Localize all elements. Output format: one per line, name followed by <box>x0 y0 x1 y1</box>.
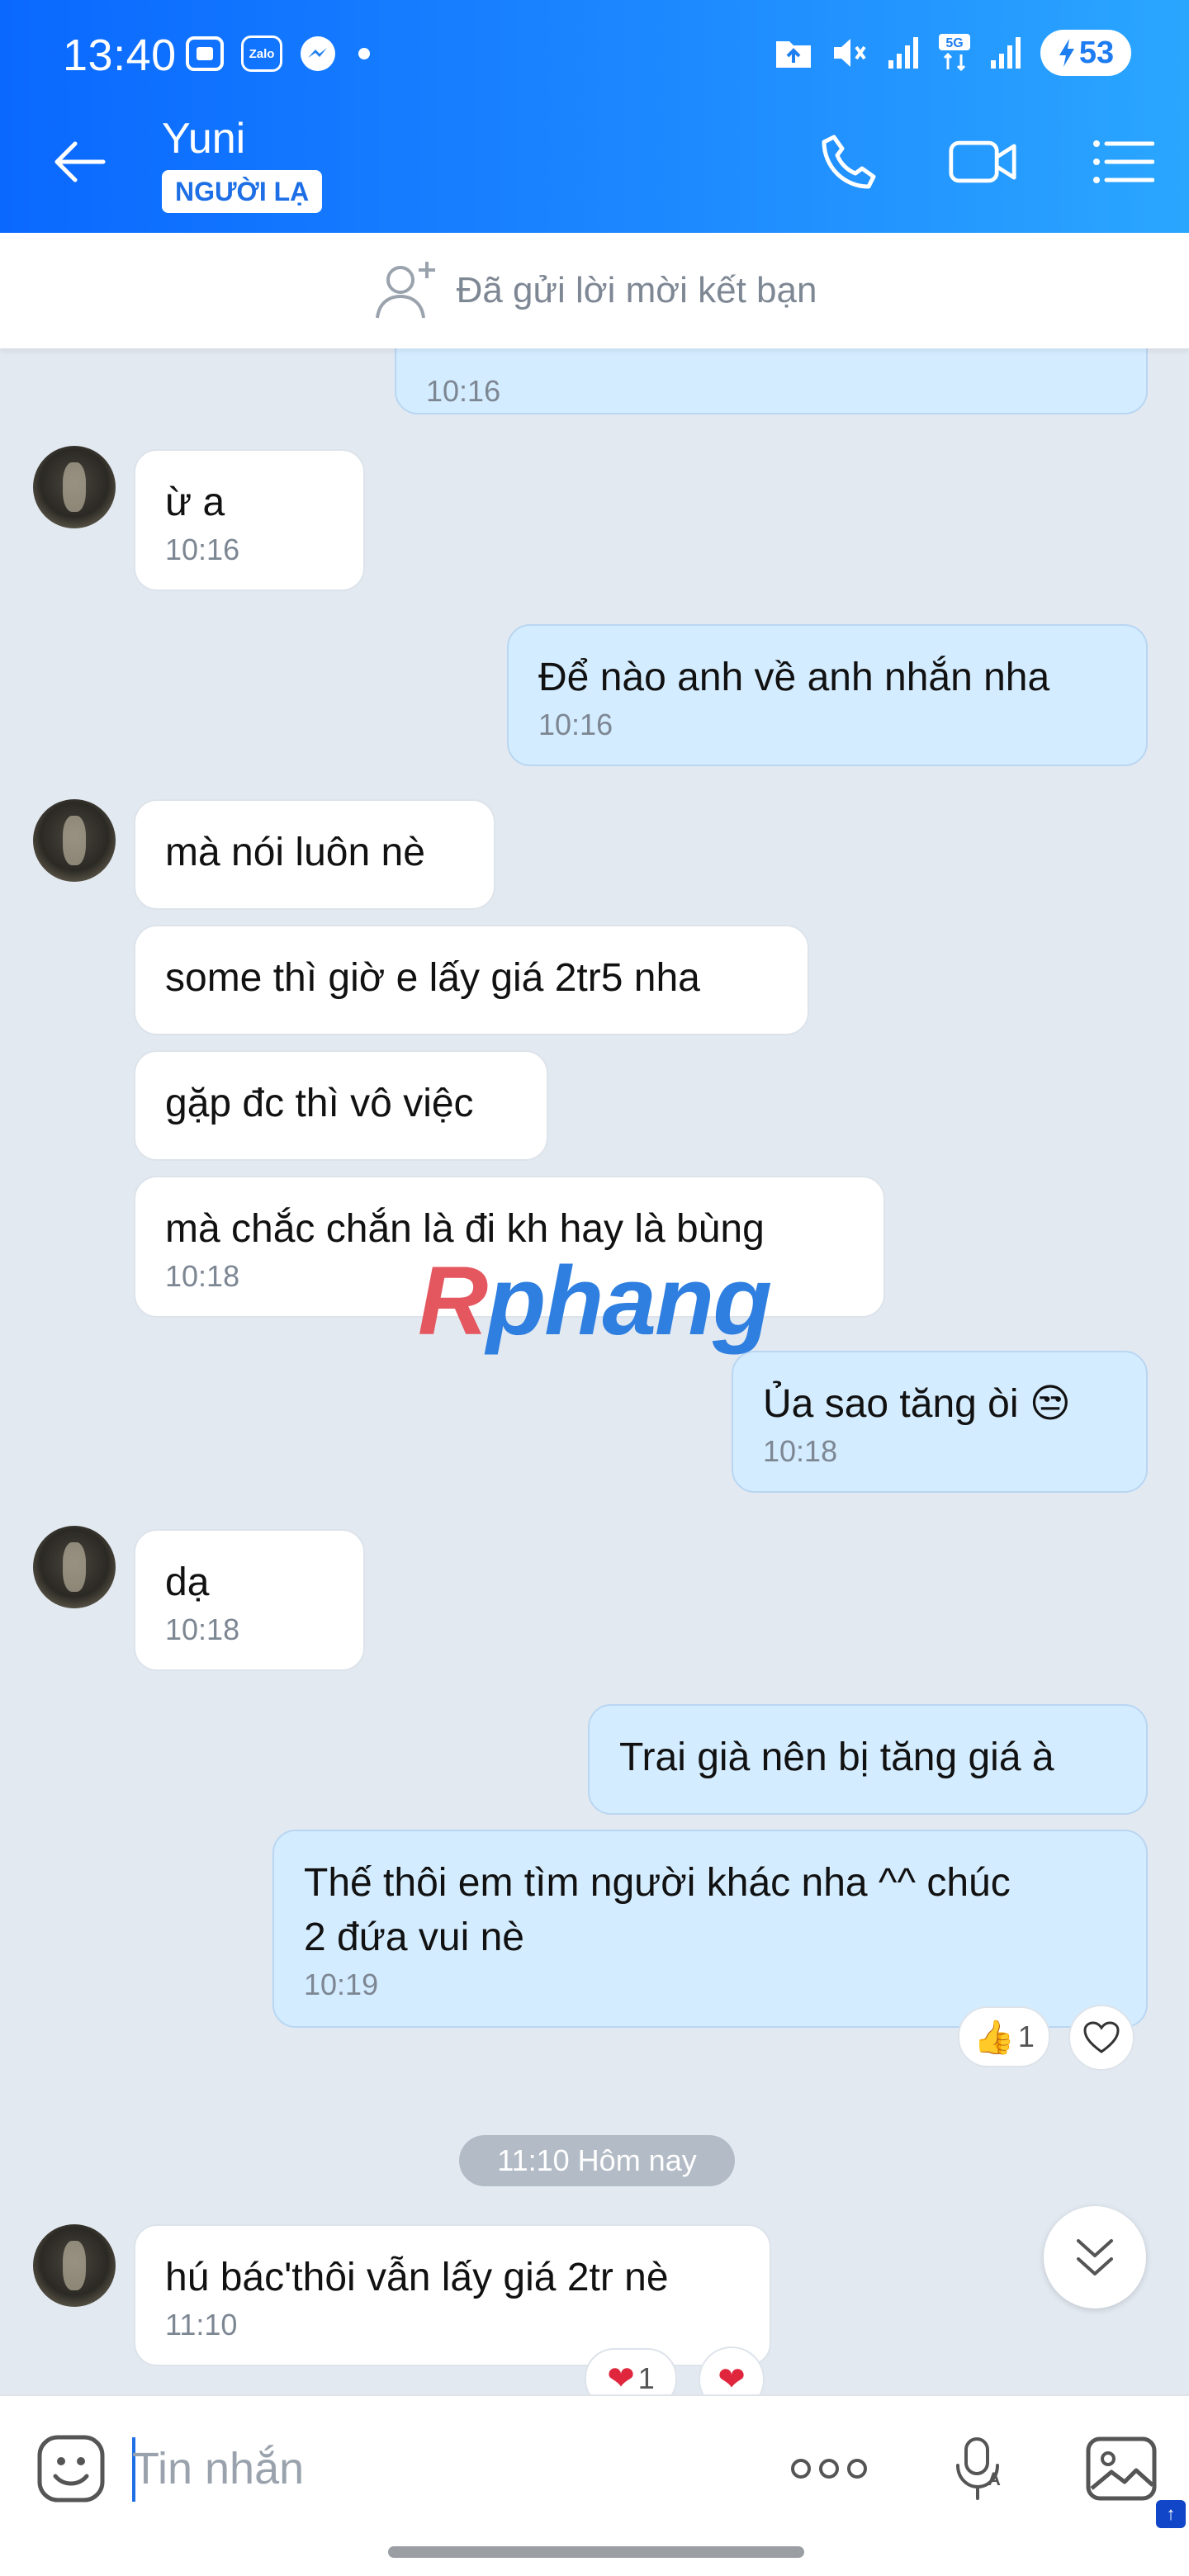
reaction-heart[interactable]: ❤ 1 <box>585 2348 677 2394</box>
emoji-face-icon <box>37 2435 105 2503</box>
contact-name[interactable]: Yuni <box>162 114 245 163</box>
add-friend-icon <box>375 262 435 319</box>
status-bar: 13:40 Zalo 5G 53 <box>0 0 1189 111</box>
charging-bolt-icon <box>1059 39 1074 67</box>
stranger-badge: NGƯỜI LẠ <box>162 170 323 213</box>
svg-text:A: A <box>988 2469 1001 2489</box>
signal-2-icon <box>989 36 1022 70</box>
microphone-icon: A <box>956 2437 1001 2500</box>
video-call-button[interactable] <box>948 130 1017 193</box>
upload-badge-icon: ↑ <box>1156 2500 1186 2528</box>
battery-indicator: 53 <box>1040 30 1131 76</box>
message-bubble-outgoing[interactable]: Trai già nên bị tăng giá à <box>588 1704 1148 1815</box>
contact-avatar[interactable] <box>33 1526 116 1608</box>
add-reaction-button[interactable] <box>1068 2005 1135 2071</box>
double-chevron-down-icon <box>1077 2239 1113 2275</box>
image-button[interactable] <box>1082 2429 1161 2508</box>
messenger-icon <box>299 35 337 73</box>
5g-signal-icon: 5G <box>938 33 971 73</box>
message-text: mà nói luôn nè <box>165 831 425 874</box>
back-button[interactable] <box>46 132 112 192</box>
message-bubble-incoming[interactable]: mà nói luôn nè <box>134 799 495 910</box>
screenshot-icon <box>185 36 225 72</box>
back-arrow-icon <box>54 141 106 182</box>
phone-icon <box>822 135 876 189</box>
list-menu-icon <box>1093 140 1154 183</box>
svg-text:5G: 5G <box>945 36 963 50</box>
unamused-emoji-icon: 😒 <box>1029 1382 1071 1426</box>
reaction-count: 1 <box>1017 2020 1035 2053</box>
home-indicator[interactable] <box>388 2546 804 2558</box>
message-time: 10:18 <box>165 1612 240 1646</box>
message-input[interactable] <box>132 2436 760 2502</box>
watermark-logo: Rphang <box>418 1247 772 1356</box>
more-options-button[interactable] <box>789 2429 869 2508</box>
message-bubble-incoming[interactable]: dạ 10:18 <box>134 1529 365 1671</box>
message-text: some thì giờ e lấy giá 2tr5 nha <box>165 956 700 1000</box>
message-time: 10:16 <box>165 533 240 566</box>
message-text: Thế thôi em tìm người khác nha ^^ chúc <box>304 1861 1011 1905</box>
red-heart-icon: ❤ <box>607 2361 635 2394</box>
notification-dot-icon <box>358 48 370 59</box>
video-camera-icon <box>949 140 1016 183</box>
status-left-icons: Zalo <box>185 35 370 73</box>
message-text-row: Ủa sao tăng òi 😒 <box>763 1352 1116 1432</box>
reaction-count: 1 <box>637 2361 655 2394</box>
message-list[interactable]: 10:16 ừ a 10:16 Để nào anh về anh nhắn n… <box>0 348 1189 2394</box>
zalo-app-icon: Zalo <box>241 36 282 72</box>
message-bubble-incoming[interactable]: hú bác'thôi vẫn lấy giá 2tr nè 11:10 <box>134 2224 771 2366</box>
message-bubble-outgoing[interactable]: Thế thôi em tìm người khác nha ^^ chúc 2… <box>272 1830 1148 2028</box>
voice-message-button[interactable]: A <box>938 2429 1017 2508</box>
red-heart-icon: ❤ <box>718 2361 746 2394</box>
image-gallery-icon <box>1086 2436 1157 2501</box>
contact-avatar[interactable] <box>33 446 116 528</box>
date-divider: 11:10 Hôm nay <box>459 2135 735 2186</box>
status-time: 13:40 <box>63 31 177 80</box>
message-text: gặp đc thì vô việc <box>165 1082 474 1125</box>
message-time: 11:10 <box>165 2308 238 2342</box>
scroll-to-bottom-button[interactable] <box>1044 2206 1146 2308</box>
message-text: Để nào anh về anh nhắn nha <box>538 656 1050 699</box>
message-time: 10:16 <box>538 708 613 741</box>
message-bubble-outgoing[interactable]: 10:16 <box>395 348 1148 414</box>
friend-request-bar[interactable]: Đã gửi lời mời kết bạn <box>0 233 1189 348</box>
signal-icon <box>887 36 920 70</box>
friend-request-text: Đã gửi lời mời kết bạn <box>456 270 817 310</box>
upload-folder-icon <box>775 36 812 69</box>
sticker-button[interactable] <box>31 2429 111 2508</box>
thumbs-up-icon: 👍 <box>973 2019 1015 2056</box>
battery-level: 53 <box>1078 35 1115 70</box>
contact-avatar[interactable] <box>33 2224 116 2307</box>
chat-header: 13:40 Zalo 5G 53 Yuni NGƯỜI LẠ <box>0 0 1189 233</box>
message-text: ừ a <box>165 481 225 524</box>
message-time: 10:19 <box>304 1968 379 2001</box>
message-bubble-incoming[interactable]: ừ a 10:16 <box>134 449 365 591</box>
message-text: hú bác'thôi vẫn lấy giá 2tr nè <box>165 2256 669 2299</box>
menu-button[interactable] <box>1088 130 1158 193</box>
message-bubble-outgoing[interactable]: Để nào anh về anh nhắn nha 10:16 <box>507 624 1148 766</box>
message-text-line2: 2 đứa vui nè <box>304 1915 524 1959</box>
more-dots-icon <box>791 2459 867 2479</box>
message-time: 10:18 <box>763 1434 838 1468</box>
reaction-like[interactable]: 👍 1 <box>958 2006 1050 2067</box>
message-text: Trai già nên bị tăng giá à <box>619 1735 1054 1779</box>
message-time: 10:16 <box>426 374 501 408</box>
message-text: Ủa sao tăng òi <box>763 1382 1019 1426</box>
status-right-icons: 5G 53 <box>775 30 1131 76</box>
message-bubble-outgoing[interactable]: Ủa sao tăng òi 😒 10:18 <box>732 1351 1148 1493</box>
mute-icon <box>831 35 869 71</box>
message-bubble-incoming[interactable]: gặp đc thì vô việc <box>134 1050 548 1161</box>
voice-call-button[interactable] <box>814 130 883 193</box>
heart-outline-icon <box>1083 2021 1120 2053</box>
contact-avatar[interactable] <box>33 799 116 882</box>
message-text: dạ <box>165 1560 210 1604</box>
message-bubble-incoming[interactable]: some thì giờ e lấy giá 2tr5 nha <box>134 925 809 1035</box>
